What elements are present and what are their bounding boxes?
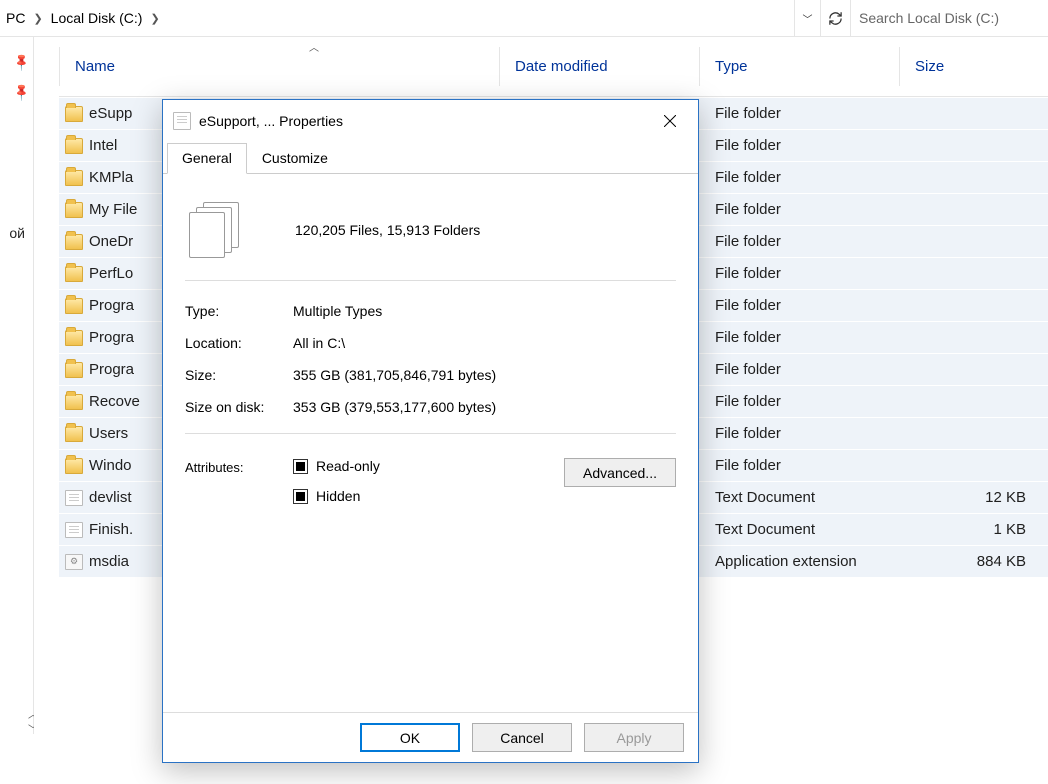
folder-icon [65, 106, 83, 122]
location-label: Location: [185, 335, 293, 351]
chevron-right-icon[interactable]: ❯ [31, 12, 44, 25]
file-type: File folder [699, 457, 899, 474]
refresh-icon [828, 11, 843, 26]
file-type: File folder [699, 329, 899, 346]
chevron-right-icon[interactable]: ❯ [148, 12, 161, 25]
size-label: Size: [185, 367, 293, 383]
cancel-button[interactable]: Cancel [472, 723, 572, 752]
column-headers: ︿ Name Date modified Type Size [59, 37, 1048, 97]
file-size: 1 KB [899, 521, 1048, 538]
folder-icon [65, 298, 83, 314]
folder-icon [65, 266, 83, 282]
column-size[interactable]: Size [899, 37, 1048, 96]
tab-customize[interactable]: Customize [247, 143, 343, 174]
file-type: Text Document [699, 489, 899, 506]
location-value: All in C:\ [293, 335, 676, 351]
column-date-modified[interactable]: Date modified [499, 37, 699, 96]
advanced-button[interactable]: Advanced... [564, 458, 676, 487]
breadcrumb[interactable]: PC ❯ Local Disk (C:) ❯ [0, 0, 794, 36]
hidden-label: Hidden [316, 488, 360, 504]
chevron-down-icon: ﹀ [803, 11, 813, 26]
close-icon [664, 115, 676, 127]
file-size: 12 KB [899, 489, 1048, 506]
size-on-disk-label: Size on disk: [185, 399, 293, 415]
folder-icon [65, 138, 83, 154]
search-placeholder: Search Local Disk (C:) [859, 10, 999, 26]
file-type: File folder [699, 201, 899, 218]
file-size: 884 KB [899, 553, 1048, 570]
address-bar: PC ❯ Local Disk (C:) ❯ ﹀ Search Local Di… [0, 0, 1048, 37]
tab-general[interactable]: General [167, 143, 247, 174]
column-type[interactable]: Type [699, 37, 899, 96]
sidebar-item-label[interactable]: ой [9, 225, 25, 241]
pin-icon: 📌 [11, 52, 31, 72]
file-type: File folder [699, 297, 899, 314]
folder-icon [65, 458, 83, 474]
file-icon [65, 490, 83, 506]
type-label: Type: [185, 303, 293, 319]
apply-button[interactable]: Apply [584, 723, 684, 752]
file-type: File folder [699, 393, 899, 410]
properties-dialog: eSupport, ... Properties General Customi… [162, 99, 699, 763]
type-value: Multiple Types [293, 303, 676, 319]
file-type: File folder [699, 105, 899, 122]
file-type: File folder [699, 169, 899, 186]
size-on-disk-value: 353 GB (379,553,177,600 bytes) [293, 399, 676, 415]
dialog-tabs: General Customize [163, 142, 698, 174]
file-type: Text Document [699, 521, 899, 538]
hidden-checkbox[interactable]: Hidden [293, 488, 564, 504]
dialog-title: eSupport, ... Properties [199, 113, 343, 129]
attributes-label: Attributes: [185, 458, 293, 475]
file-type: File folder [699, 265, 899, 282]
close-button[interactable] [650, 105, 690, 137]
summary-count: 120,205 Files, 15,913 Folders [295, 222, 480, 238]
size-value: 355 GB (381,705,846,791 bytes) [293, 367, 676, 383]
readonly-checkbox[interactable]: Read-only [293, 458, 564, 474]
dll-icon [65, 554, 83, 570]
pin-icon: 📌 [11, 82, 31, 102]
column-name[interactable]: Name [59, 37, 499, 96]
file-type: File folder [699, 361, 899, 378]
file-type: File folder [699, 233, 899, 250]
dialog-titlebar[interactable]: eSupport, ... Properties [163, 100, 698, 142]
search-input[interactable]: Search Local Disk (C:) [850, 0, 1048, 36]
folder-icon [65, 234, 83, 250]
folder-icon [65, 362, 83, 378]
multi-file-icon [189, 202, 245, 258]
file-icon [65, 522, 83, 538]
refresh-button[interactable] [820, 0, 850, 36]
file-type: Application extension [699, 553, 899, 570]
breadcrumb-localdisk[interactable]: Local Disk (C:) [45, 0, 149, 36]
dialog-body: 120,205 Files, 15,913 Folders Type: Mult… [163, 174, 698, 518]
file-type: File folder [699, 425, 899, 442]
readonly-label: Read-only [316, 458, 380, 474]
address-dropdown[interactable]: ﹀ [794, 0, 820, 36]
ok-button[interactable]: OK [360, 723, 460, 752]
dialog-buttons: OK Cancel Apply [163, 712, 698, 762]
folder-icon [65, 394, 83, 410]
folder-icon [65, 330, 83, 346]
document-icon [173, 112, 191, 130]
folder-icon [65, 202, 83, 218]
checkbox-icon [293, 459, 308, 474]
checkbox-icon [293, 489, 308, 504]
folder-icon [65, 170, 83, 186]
folder-icon [65, 426, 83, 442]
file-type: File folder [699, 137, 899, 154]
sidebar: 📌 📌 ой ︿ ﹀ [0, 37, 34, 734]
breadcrumb-pc[interactable]: PC [0, 0, 31, 36]
